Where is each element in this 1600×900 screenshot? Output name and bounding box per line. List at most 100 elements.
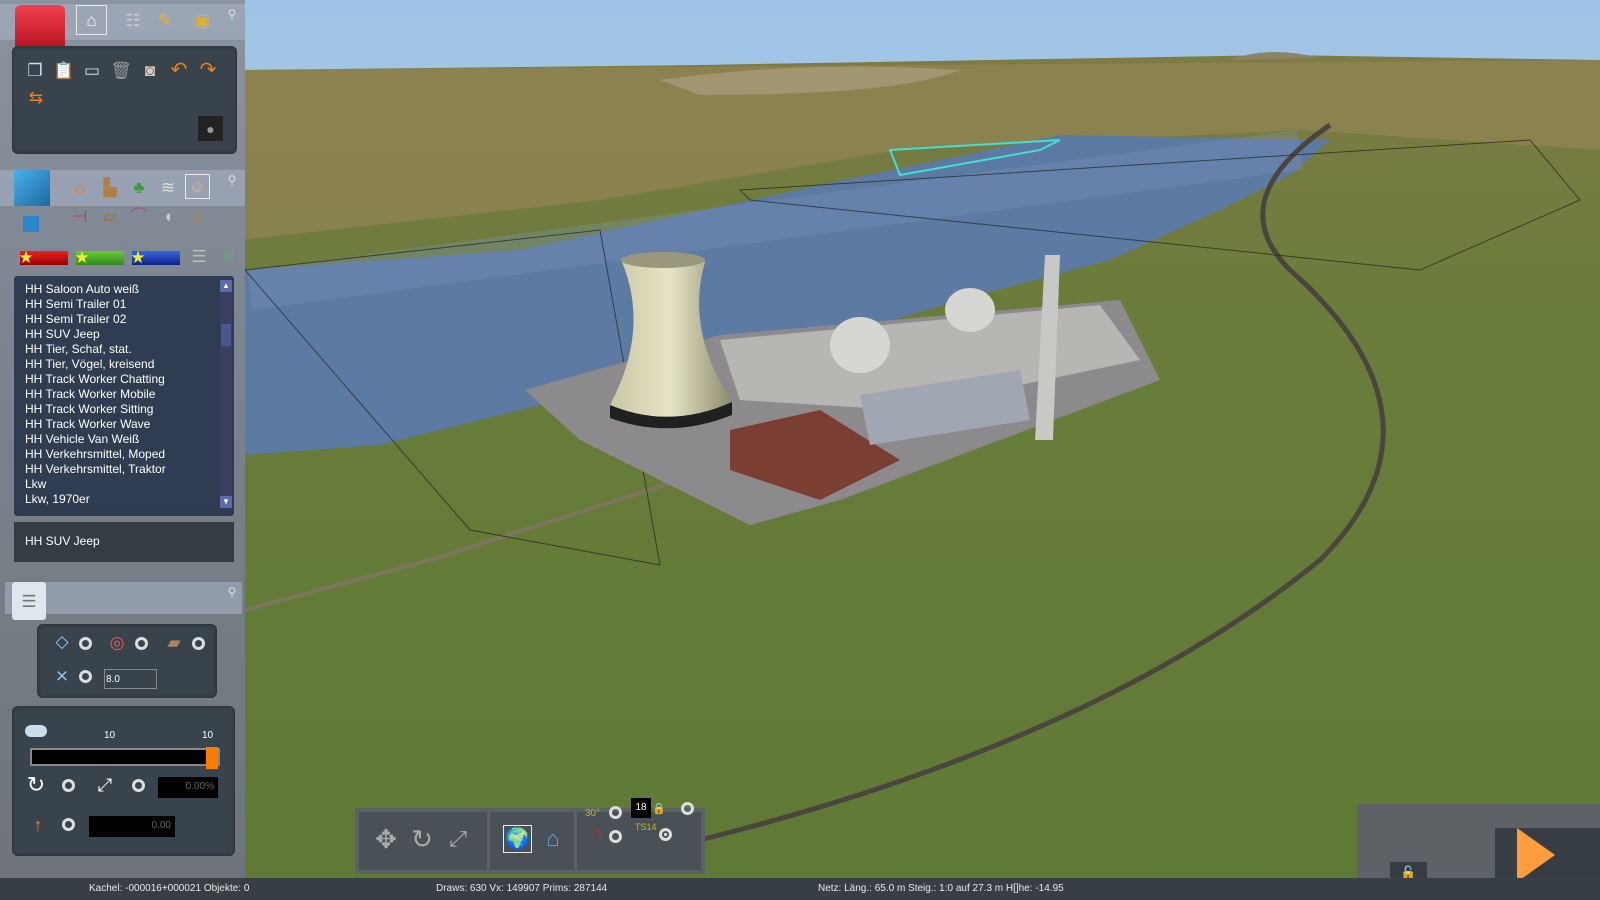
- surface-icon: ◇: [55, 631, 69, 651]
- track-icon[interactable]: ☷: [119, 5, 147, 35]
- globe-icon[interactable]: 🌍: [503, 825, 532, 853]
- track-bed-radio[interactable]: [192, 637, 205, 650]
- separator: [574, 812, 577, 870]
- measure-icon[interactable]: ◙: [138, 58, 162, 82]
- slider-thumb[interactable]: [206, 747, 218, 769]
- lock-icon[interactable]: 🔒: [652, 802, 666, 816]
- mesh-radio[interactable]: [79, 670, 92, 683]
- signal-icon[interactable]: ⊣: [68, 205, 92, 227]
- list-item[interactable]: HH Verkehrsmittel, Moped: [14, 447, 234, 462]
- tree-icon[interactable]: ♣: [127, 175, 151, 199]
- list-item[interactable]: HH Track Worker Wave: [14, 417, 234, 432]
- bottom-toolbar: ✥ ↻ ⤢ 🌍 ⌂ 30° 18 🔒 ∩ TS14: [355, 798, 705, 874]
- undo-icon[interactable]: ↶: [168, 58, 190, 82]
- list-scrollbar[interactable]: ▲ ▼: [220, 280, 232, 508]
- industry-icon[interactable]: ▙: [98, 175, 122, 199]
- track-info: Netz: Läng.: 65.0 m Steig.: 1:0 auf 27.3…: [818, 883, 1064, 894]
- scale-radio[interactable]: [132, 779, 145, 792]
- magnet-icon[interactable]: ∩: [585, 824, 609, 844]
- surface-radio[interactable]: [79, 637, 92, 650]
- slider-min-label: 10: [104, 730, 116, 741]
- scale-view-icon[interactable]: ⤢: [443, 822, 473, 856]
- toggle-icon[interactable]: [25, 725, 47, 737]
- star-icon: ★: [130, 247, 146, 267]
- copy-icon[interactable]: ❐: [24, 58, 46, 82]
- rotate-radio[interactable]: [62, 779, 75, 792]
- list-item[interactable]: HH Verkehrsmittel, Traktor: [14, 462, 234, 477]
- list-item[interactable]: HH Track Worker Sitting: [14, 402, 234, 417]
- list-item[interactable]: HH Track Worker Chatting: [14, 372, 234, 387]
- list-item[interactable]: HH Tier, Schaf, stat.: [14, 342, 234, 357]
- monitor-icon[interactable]: ▭: [81, 58, 103, 82]
- list-item[interactable]: Lkw, 1970er: [14, 492, 234, 507]
- scale-field[interactable]: 0.00%: [158, 777, 218, 798]
- fullscreen-icon[interactable]: ✥: [371, 822, 401, 856]
- list-item[interactable]: HH SUV Jeep: [14, 327, 234, 342]
- speaker-icon[interactable]: ◖: [156, 205, 180, 227]
- height-icon[interactable]: ↑: [28, 812, 48, 838]
- left-tool-panel: ⌂ ☷ ✎ ▣ ⚲ ❐ 📋 ▭ 🗑 ◙ ↶ ↷ ⇆ ● ⌂ ▙ ♣ ≋ ☺ ⊣ …: [0, 0, 245, 878]
- paste-icon[interactable]: 📋: [53, 58, 75, 82]
- grid-value[interactable]: 18: [631, 798, 651, 818]
- train-icon[interactable]: ▣: [188, 5, 216, 35]
- rotate-icon[interactable]: ↻: [24, 772, 48, 798]
- home-icon[interactable]: ⌂: [76, 5, 107, 35]
- angle-radio[interactable]: [609, 806, 622, 819]
- list-item[interactable]: HH Semi Trailer 02: [14, 312, 234, 327]
- snap-icon: ◎: [109, 632, 125, 652]
- snap-radio[interactable]: [135, 637, 148, 650]
- status-bar: Kachel: -000016+000021 Objekte: 0 Draws:…: [0, 878, 1600, 900]
- height-radio[interactable]: [62, 818, 75, 831]
- home-view-icon[interactable]: ⌂: [539, 825, 567, 853]
- list-item[interactable]: HH Track Worker Mobile: [14, 387, 234, 402]
- magnet-radio[interactable]: [609, 830, 622, 843]
- trash-icon[interactable]: 🗑: [110, 58, 132, 82]
- brush-icon[interactable]: ✎: [150, 5, 180, 35]
- ts-radio[interactable]: [659, 828, 672, 841]
- lock-radio[interactable]: [681, 802, 694, 815]
- list-item[interactable]: HH Vehicle Van Weiß: [14, 432, 234, 447]
- list-item[interactable]: HH Saloon Auto weiß: [14, 282, 234, 297]
- document-icon[interactable]: ☰: [12, 582, 46, 620]
- list-item[interactable]: HH Semi Trailer 01: [14, 297, 234, 312]
- object-list[interactable]: HH Saloon Auto weiß HH Semi Trailer 01 HH …: [14, 276, 234, 516]
- cube-icon[interactable]: [14, 170, 50, 206]
- list-item[interactable]: Lkw: [14, 477, 234, 492]
- pin-icon[interactable]: ⚲: [224, 6, 240, 22]
- redo-icon[interactable]: ↷: [197, 58, 219, 82]
- small-cube-icon[interactable]: [23, 216, 39, 232]
- scroll-thumb[interactable]: [221, 324, 231, 346]
- play-button[interactable]: [1517, 828, 1555, 882]
- scroll-up-icon[interactable]: ▲: [220, 280, 232, 292]
- star-icon: ★: [74, 247, 90, 267]
- render-stats: Draws: 630 Vx: 149907 Prims: 287144: [436, 883, 608, 894]
- tile-info: Kachel: -000016+000021 Objekte: 0: [89, 883, 250, 894]
- scroll-down-icon[interactable]: ▼: [220, 496, 232, 508]
- settings-icon[interactable]: ⇆: [24, 86, 48, 108]
- bench-icon[interactable]: ▱: [98, 205, 122, 227]
- selected-object: HH SUV Jeep: [14, 522, 234, 562]
- house-icon[interactable]: ⌂: [68, 175, 92, 199]
- height-offset-field[interactable]: 0.00: [89, 816, 175, 837]
- landscape-icon[interactable]: ≋: [156, 175, 180, 199]
- angle-label: 30°: [585, 808, 601, 819]
- height-input[interactable]: 8.0: [104, 669, 157, 689]
- rotate-view-icon[interactable]: ↻: [407, 822, 437, 856]
- separator: [487, 812, 490, 870]
- scale-icon[interactable]: ⤢: [93, 772, 117, 798]
- slider-max-label: 10: [202, 730, 214, 741]
- list-view-icon[interactable]: ☰: [190, 246, 208, 266]
- sack-icon[interactable]: ♁: [185, 205, 209, 227]
- pin-icon[interactable]: ⚲: [224, 172, 240, 188]
- track-bed-icon: ▰: [167, 632, 181, 652]
- person-icon[interactable]: ☺: [185, 174, 210, 199]
- pin-icon[interactable]: ⚲: [224, 584, 240, 600]
- light-icon[interactable]: ●: [198, 116, 223, 141]
- grid-view-icon[interactable]: ⁙: [220, 246, 238, 266]
- ts-label: TS14: [635, 822, 657, 832]
- list-item[interactable]: HH Tier, Vögel, kreisend: [14, 357, 234, 372]
- slider-track[interactable]: [30, 747, 220, 769]
- bridge-icon[interactable]: ⌒: [127, 205, 151, 227]
- toolbox-icon[interactable]: [15, 5, 65, 51]
- mesh-icon: ⨯: [54, 665, 70, 685]
